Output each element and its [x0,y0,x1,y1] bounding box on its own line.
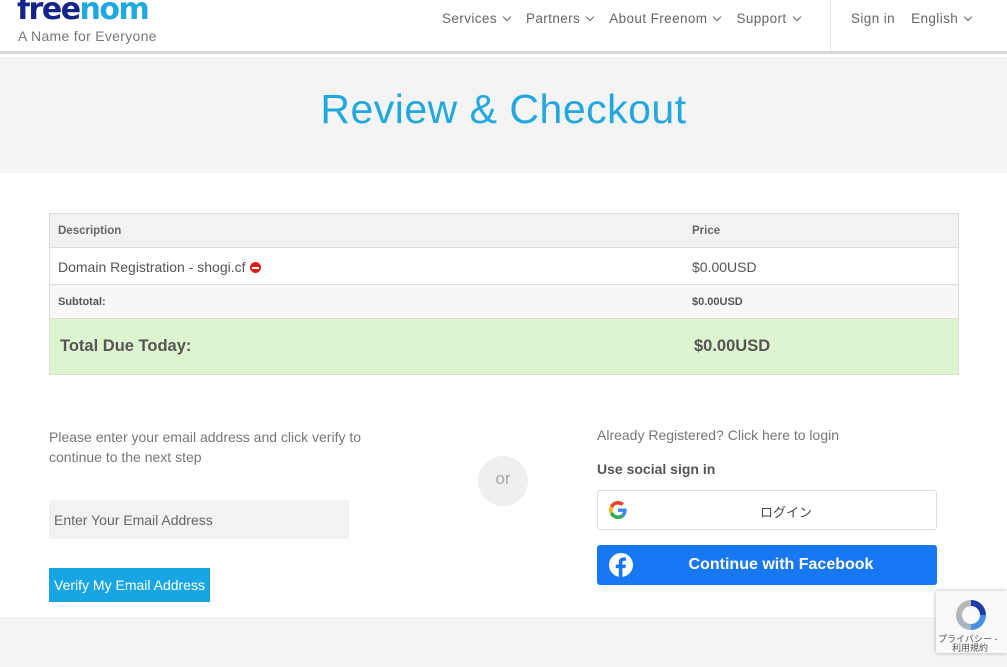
remove-icon[interactable] [249,262,261,273]
page-title: Review & Checkout [320,86,687,132]
freenom-logo[interactable]: freenom [17,0,150,28]
total-label: Total Due Today: [60,337,192,355]
chevron-down-icon [585,12,595,21]
chevron-down-icon [713,12,722,21]
table-row: Domain Registration - shogi.cf $0.00USD [50,248,958,285]
recaptcha-badge[interactable]: プライバシー - 利用規約 [936,591,1007,653]
nav-partners[interactable]: Partners [526,11,595,26]
login-link[interactable]: Already Registered? Click here to login [597,427,839,443]
total-value: $0.00USD [694,337,771,355]
or-divider: or [478,456,528,506]
site-tagline: A Name for Everyone [18,28,157,44]
recaptcha-terms-link[interactable]: 利用規約 [952,644,988,653]
table-header-row: Description Price [50,214,958,248]
chevron-down-icon [792,12,801,21]
subtotal-label: Subtotal: [58,296,106,308]
description-header: Description [58,225,122,237]
chevron-down-icon [963,12,973,21]
subtotal-row: Subtotal: $0.00USD [50,285,958,319]
account-nav: Sign in English [851,11,987,26]
subtotal-value: $0.00USD [692,296,743,308]
site-header: freenom A Name for Everyone Services Par… [0,0,1007,54]
nav-divider [830,0,831,51]
nav-services[interactable]: Services [442,11,512,26]
order-summary-table: Description Price Domain Registration - … [49,213,959,375]
item-price: $0.00USD [692,259,757,275]
page-hero: Review & Checkout [0,57,1007,173]
page-footer [0,617,1007,667]
facebook-login-label: Continue with Facebook [688,556,874,573]
nav-about[interactable]: About Freenom [609,11,722,26]
item-description: Domain Registration - shogi.cf [58,259,261,275]
price-header: Price [692,225,721,237]
sign-in-link[interactable]: Sign in [851,11,895,26]
google-login-label: ログイン [759,505,812,520]
language-selector[interactable]: English [911,11,973,26]
google-login-button[interactable]: ログイン [597,490,937,530]
total-row: Total Due Today: $0.00USD [50,319,958,374]
recaptcha-icon [956,600,986,630]
nav-support[interactable]: Support [736,11,801,26]
email-input[interactable] [49,500,349,539]
main-nav: Services Partners About Freenom Support [442,11,816,26]
chevron-down-icon [502,12,512,21]
social-signin-title: Use social sign in [597,461,716,477]
facebook-login-button[interactable]: Continue with Facebook [597,545,937,585]
email-instructions: Please enter your email address and clic… [49,429,362,465]
verify-email-button[interactable]: Verify My Email Address [49,568,210,602]
